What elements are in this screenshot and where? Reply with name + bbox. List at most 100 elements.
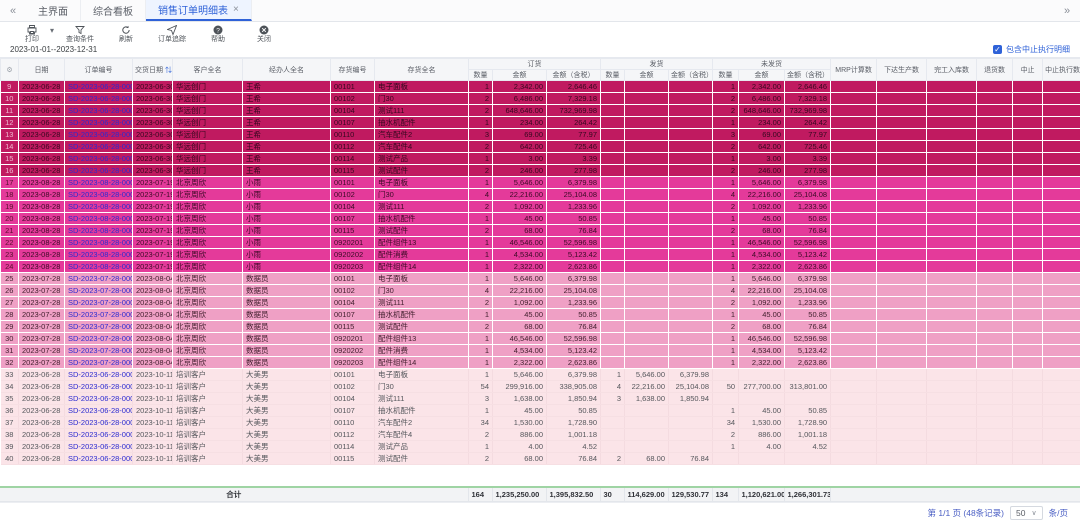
cell-order-no[interactable]: SD-2023-06-28-00001 xyxy=(65,117,133,129)
cell-order-no[interactable]: SD-2023-06-28-00002 xyxy=(65,441,133,453)
cell-order-no[interactable]: SD-2023-07-28-00005 xyxy=(65,357,133,369)
cell-order-no[interactable]: SD-2023-07-28-00005 xyxy=(65,321,133,333)
table-row[interactable]: 182023-08-28SD-2023-08-28-000062023-07-1… xyxy=(1,189,1080,201)
settings-header-cell[interactable]: ⚙ xyxy=(1,59,19,81)
col-production[interactable]: 下达生产数 xyxy=(877,59,927,81)
col-suspend[interactable]: 中止 xyxy=(1013,59,1043,81)
cell-order-no[interactable]: SD-2023-06-28-00001 xyxy=(65,105,133,117)
cell-order-no[interactable]: SD-2023-08-28-00006 xyxy=(65,201,133,213)
table-row[interactable]: 342023-06-28SD-2023-06-28-000022023-10-1… xyxy=(1,381,1080,393)
table-row[interactable]: 312023-07-28SD-2023-07-28-000052023-08-0… xyxy=(1,345,1080,357)
table-row[interactable]: 162023-06-28SD-2023-06-28-000012023-06-3… xyxy=(1,165,1080,177)
table-row[interactable]: 232023-08-28SD-2023-08-28-000062023-07-1… xyxy=(1,249,1080,261)
table-row[interactable]: 382023-06-28SD-2023-06-28-000022023-10-1… xyxy=(1,429,1080,441)
table-row[interactable]: 102023-06-28SD-2023-06-28-000012023-06-3… xyxy=(1,93,1080,105)
cell-order-no[interactable]: SD-2023-07-28-00005 xyxy=(65,273,133,285)
table-row[interactable]: 292023-07-28SD-2023-07-28-000052023-08-0… xyxy=(1,321,1080,333)
cell-order-no[interactable]: SD-2023-08-28-00006 xyxy=(65,189,133,201)
col-customer[interactable]: 客户全名 xyxy=(173,59,243,81)
cell-order-no[interactable]: SD-2023-06-28-00001 xyxy=(65,141,133,153)
col-order-amt-tax[interactable]: 金额（含税） xyxy=(547,70,601,81)
col-order-no[interactable]: 订单编号 xyxy=(65,59,133,81)
col-suspend-exec[interactable]: 中止执行数 xyxy=(1043,59,1080,81)
col-unship-qty[interactable]: 数量 xyxy=(713,70,739,81)
cell-order-no[interactable]: SD-2023-06-28-00001 xyxy=(65,93,133,105)
col-unship-amt-tax[interactable]: 金额（含税） xyxy=(785,70,831,81)
table-row[interactable]: 172023-08-28SD-2023-08-28-000062023-07-1… xyxy=(1,177,1080,189)
table-row[interactable]: 352023-06-28SD-2023-06-28-000022023-10-1… xyxy=(1,393,1080,405)
tab-sales-order-detail[interactable]: 销售订单明细表 × xyxy=(146,0,252,21)
table-row[interactable]: 262023-07-28SD-2023-07-28-000052023-08-0… xyxy=(1,285,1080,297)
table-row[interactable]: 192023-08-28SD-2023-08-28-000062023-07-1… xyxy=(1,201,1080,213)
table-row[interactable]: 152023-06-28SD-2023-06-28-000012023-06-3… xyxy=(1,153,1080,165)
table-row[interactable]: 372023-06-28SD-2023-06-28-000022023-10-1… xyxy=(1,417,1080,429)
table-row[interactable]: 122023-06-28SD-2023-06-28-000012023-06-3… xyxy=(1,117,1080,129)
table-row[interactable]: 282023-07-28SD-2023-07-28-000052023-08-0… xyxy=(1,309,1080,321)
page-size-select[interactable]: 50 ∨ xyxy=(1010,506,1043,520)
cell-inv-code: 00102 xyxy=(331,285,375,297)
col-order-amt[interactable]: 金额 xyxy=(493,70,547,81)
table-row[interactable]: 302023-07-28SD-2023-07-28-000052023-08-0… xyxy=(1,333,1080,345)
tab-dashboard[interactable]: 综合看板 xyxy=(81,0,146,21)
cell-order-no[interactable]: SD-2023-07-28-00005 xyxy=(65,285,133,297)
collapse-tabs-icon[interactable]: « xyxy=(0,0,26,21)
cell-order-no[interactable]: SD-2023-08-28-00006 xyxy=(65,261,133,273)
cell-order-no[interactable]: SD-2023-06-28-00002 xyxy=(65,453,133,465)
cell-order-no[interactable]: SD-2023-06-28-00002 xyxy=(65,381,133,393)
cell-order-no[interactable]: SD-2023-08-28-00006 xyxy=(65,213,133,225)
tab-label: 主界面 xyxy=(38,3,68,18)
cell-order-no[interactable]: SD-2023-06-28-00002 xyxy=(65,393,133,405)
table-row[interactable]: 392023-06-28SD-2023-06-28-000022023-10-1… xyxy=(1,441,1080,453)
table-row[interactable]: 332023-06-28SD-2023-06-28-000022023-10-1… xyxy=(1,369,1080,381)
cell-order-no[interactable]: SD-2023-07-28-00005 xyxy=(65,309,133,321)
col-completed[interactable]: 完工入库数 xyxy=(927,59,977,81)
table-row[interactable]: 362023-06-28SD-2023-06-28-000022023-10-1… xyxy=(1,405,1080,417)
col-mrp[interactable]: MRP计算数 xyxy=(831,59,877,81)
close-tab-icon[interactable]: × xyxy=(233,4,239,15)
col-delivery-date[interactable]: 交货日期 ⇅ xyxy=(133,59,173,81)
cell-order-no[interactable]: SD-2023-06-28-00001 xyxy=(65,165,133,177)
cell-order-no[interactable]: SD-2023-06-28-00002 xyxy=(65,429,133,441)
table-row[interactable]: 212023-08-28SD-2023-08-28-000062023-07-1… xyxy=(1,225,1080,237)
cell-order-no[interactable]: SD-2023-06-28-00002 xyxy=(65,417,133,429)
cell-order-no[interactable]: SD-2023-06-28-00001 xyxy=(65,81,133,93)
table-row[interactable]: 222023-08-28SD-2023-08-28-000062023-07-1… xyxy=(1,237,1080,249)
col-ship-amt[interactable]: 金额 xyxy=(625,70,669,81)
table-row[interactable]: 252023-07-28SD-2023-07-28-000052023-08-0… xyxy=(1,273,1080,285)
col-date[interactable]: 日期 xyxy=(19,59,65,81)
cell-order-no[interactable]: SD-2023-06-28-00002 xyxy=(65,405,133,417)
table-row[interactable]: 92023-06-28SD-2023-06-28-000012023-06-30… xyxy=(1,81,1080,93)
col-inv-code[interactable]: 存货编号 xyxy=(331,59,375,81)
table-row[interactable]: 202023-08-28SD-2023-08-28-000062023-07-1… xyxy=(1,213,1080,225)
cell-order-no[interactable]: SD-2023-08-28-00006 xyxy=(65,237,133,249)
cell-order-no[interactable]: SD-2023-06-28-00002 xyxy=(65,369,133,381)
table-scroll-area[interactable]: ⚙ 日期 订单编号 交货日期 ⇅ 客户全名 经办人全名 存货编号 存货全名 订货… xyxy=(0,57,1080,486)
print-dropdown-caret-icon[interactable]: ▾ xyxy=(50,26,54,35)
cell-order-no[interactable]: SD-2023-07-28-00005 xyxy=(65,345,133,357)
col-ship-amt-tax[interactable]: 金额（含税） xyxy=(669,70,713,81)
table-row[interactable]: 142023-06-28SD-2023-06-28-000012023-06-3… xyxy=(1,141,1080,153)
col-order-qty[interactable]: 数量 xyxy=(469,70,493,81)
table-row[interactable]: 112023-06-28SD-2023-06-28-000012023-06-3… xyxy=(1,105,1080,117)
cell-order-no[interactable]: SD-2023-06-28-00001 xyxy=(65,153,133,165)
expand-tabs-icon[interactable]: » xyxy=(1054,0,1080,21)
sort-icon[interactable]: ⇅ xyxy=(165,67,172,74)
table-row[interactable]: 402023-06-28SD-2023-06-28-000022023-10-1… xyxy=(1,453,1080,465)
table-row[interactable]: 132023-06-28SD-2023-06-28-000012023-06-3… xyxy=(1,129,1080,141)
tab-main[interactable]: 主界面 xyxy=(26,0,81,21)
cell-order-no[interactable]: SD-2023-08-28-00006 xyxy=(65,177,133,189)
table-row[interactable]: 322023-07-28SD-2023-07-28-000052023-08-0… xyxy=(1,357,1080,369)
cell-order-no[interactable]: SD-2023-08-28-00006 xyxy=(65,249,133,261)
cell-order-no[interactable]: SD-2023-07-28-00005 xyxy=(65,297,133,309)
col-ship-qty[interactable]: 数量 xyxy=(601,70,625,81)
col-returns[interactable]: 退货数 xyxy=(977,59,1013,81)
table-row[interactable]: 272023-07-28SD-2023-07-28-000052023-08-0… xyxy=(1,297,1080,309)
col-handler[interactable]: 经办人全名 xyxy=(243,59,331,81)
cell-order-no[interactable]: SD-2023-07-28-00005 xyxy=(65,333,133,345)
table-row[interactable]: 242023-08-28SD-2023-08-28-000062023-07-1… xyxy=(1,261,1080,273)
include-suspended-checkbox[interactable]: ✓ xyxy=(993,45,1002,54)
col-unship-amt[interactable]: 金额 xyxy=(739,70,785,81)
col-inv-name[interactable]: 存货全名 xyxy=(375,59,469,81)
cell-order-no[interactable]: SD-2023-08-28-00006 xyxy=(65,225,133,237)
cell-order-no[interactable]: SD-2023-06-28-00001 xyxy=(65,129,133,141)
